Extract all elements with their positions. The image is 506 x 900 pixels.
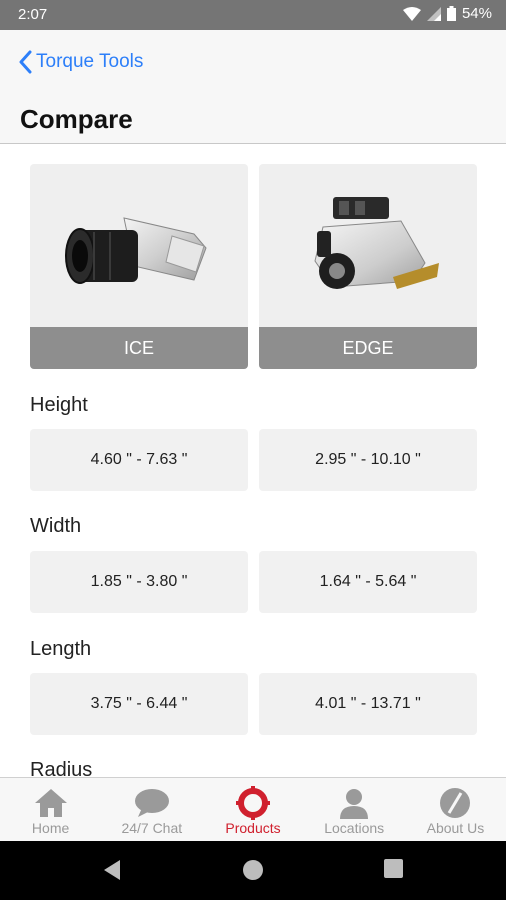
tab-home[interactable]: Home: [0, 778, 101, 841]
spec-value-width-ice: 1.85 " - 3.80 ": [30, 551, 248, 613]
product-image-ice: [30, 164, 248, 327]
chat-icon: [134, 786, 170, 820]
about-icon: [437, 786, 473, 820]
products-icon: [235, 786, 271, 820]
tab-label-home: Home: [31, 820, 70, 836]
spec-value-height-edge: 2.95 " - 10.10 ": [259, 429, 477, 491]
home-circle-icon[interactable]: [242, 859, 264, 881]
product-card-ice[interactable]: ICE: [30, 164, 248, 369]
product-name-edge: EDGE: [259, 327, 477, 369]
battery-icon: [446, 6, 456, 21]
tab-chat[interactable]: 24/7 Chat: [101, 778, 202, 841]
spec-value-length-edge: 4.01 " - 13.71 ": [259, 673, 477, 735]
chevron-left-icon: [19, 50, 32, 74]
recents-square-icon[interactable]: [384, 859, 403, 878]
spec-label-radius: Radius: [30, 759, 93, 777]
page-title: Compare: [20, 104, 133, 134]
tab-locations[interactable]: Locations: [304, 778, 405, 841]
status-time: 2:07: [18, 6, 48, 23]
spec-value-length-ice: 3.75 " - 6.44 ": [30, 673, 248, 735]
back-triangle-icon[interactable]: [102, 859, 122, 881]
tab-about[interactable]: About Us: [405, 778, 506, 841]
tab-label-chat: 24/7 Chat: [121, 820, 183, 836]
navigation-header: Torque Tools Compare: [0, 30, 506, 144]
tab-label-about: About Us: [426, 820, 485, 836]
tab-bar: Home 24/7 Chat Products Locations About …: [0, 777, 506, 841]
product-image-edge: [259, 164, 477, 327]
status-icons: 54%: [402, 5, 492, 22]
spec-value-height-ice: 4.60 " - 7.63 ": [30, 429, 248, 491]
product-card-edge[interactable]: EDGE: [259, 164, 477, 369]
android-navigation-bar: [0, 841, 506, 900]
battery-percent: 54%: [461, 5, 492, 22]
back-label: Torque Tools: [36, 51, 144, 72]
spec-label-width: Width: [30, 515, 82, 537]
product-name-ice: ICE: [30, 327, 248, 369]
compare-content[interactable]: ICE EDGE Height 4.60 " - 7.63 " 2.95 " -…: [0, 145, 506, 777]
tab-products[interactable]: Products: [202, 778, 303, 841]
wifi-icon: [402, 6, 421, 21]
spec-value-width-edge: 1.64 " - 5.64 ": [259, 551, 477, 613]
spec-label-length: Length: [30, 638, 92, 660]
tab-label-locations: Locations: [324, 820, 385, 836]
status-bar: 2:07 54%: [0, 0, 506, 30]
spec-label-height: Height: [30, 394, 88, 416]
tab-label-products: Products: [225, 820, 281, 836]
back-button[interactable]: Torque Tools: [18, 50, 143, 74]
cell-signal-icon: [426, 6, 441, 21]
person-icon: [336, 786, 372, 820]
home-icon: [33, 786, 69, 820]
